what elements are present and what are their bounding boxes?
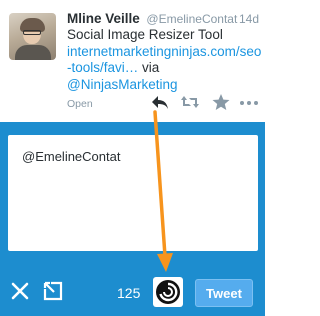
favorite-star-icon[interactable] — [211, 93, 231, 111]
tweet-text: Social Image Resizer Tool internetmarket… — [67, 27, 261, 93]
tweet-link-continued[interactable]: -tools/favi… — [67, 60, 138, 75]
tweet-mention[interactable]: @NinjasMarketing — [67, 77, 178, 92]
reply-icon[interactable] — [150, 93, 170, 111]
tweet-timestamp[interactable]: 14d — [239, 12, 259, 26]
close-icon[interactable] — [11, 282, 29, 300]
tweet-reply-window: Mline Veille @EmelineContat 14d Social I… — [0, 0, 265, 316]
retweet-icon[interactable] — [180, 93, 200, 111]
popout-icon[interactable] — [43, 281, 63, 301]
tweet-header: Mline Veille @EmelineContat — [67, 11, 259, 26]
open-link[interactable]: Open — [67, 98, 93, 110]
reply-textarea[interactable]: @EmelineContat — [8, 135, 258, 251]
tweet-link[interactable]: internetmarketingninjas.com/seo — [67, 44, 261, 59]
image-resizer-logo-icon — [156, 280, 180, 304]
reply-text: @EmelineContat — [22, 149, 121, 164]
image-resizer-button[interactable] — [153, 277, 183, 307]
tweet-card[interactable]: Mline Veille @EmelineContat 14d Social I… — [0, 0, 265, 122]
character-count: 125 — [117, 285, 141, 301]
reply-compose-panel: @EmelineContat 125 Tweet — [0, 122, 265, 316]
more-icon[interactable] — [239, 93, 259, 111]
via-word: via — [142, 60, 160, 75]
author-name[interactable]: Mline Veille — [67, 11, 140, 26]
compose-toolbar: 125 Tweet — [0, 262, 265, 316]
tweet-button[interactable]: Tweet — [195, 279, 253, 307]
author-handle[interactable]: @EmelineContat — [146, 12, 237, 26]
avatar-glasses — [23, 30, 41, 35]
avatar-shirt — [15, 45, 51, 60]
tweet-text-main: Social Image Resizer Tool — [67, 27, 223, 42]
avatar[interactable] — [9, 13, 56, 60]
